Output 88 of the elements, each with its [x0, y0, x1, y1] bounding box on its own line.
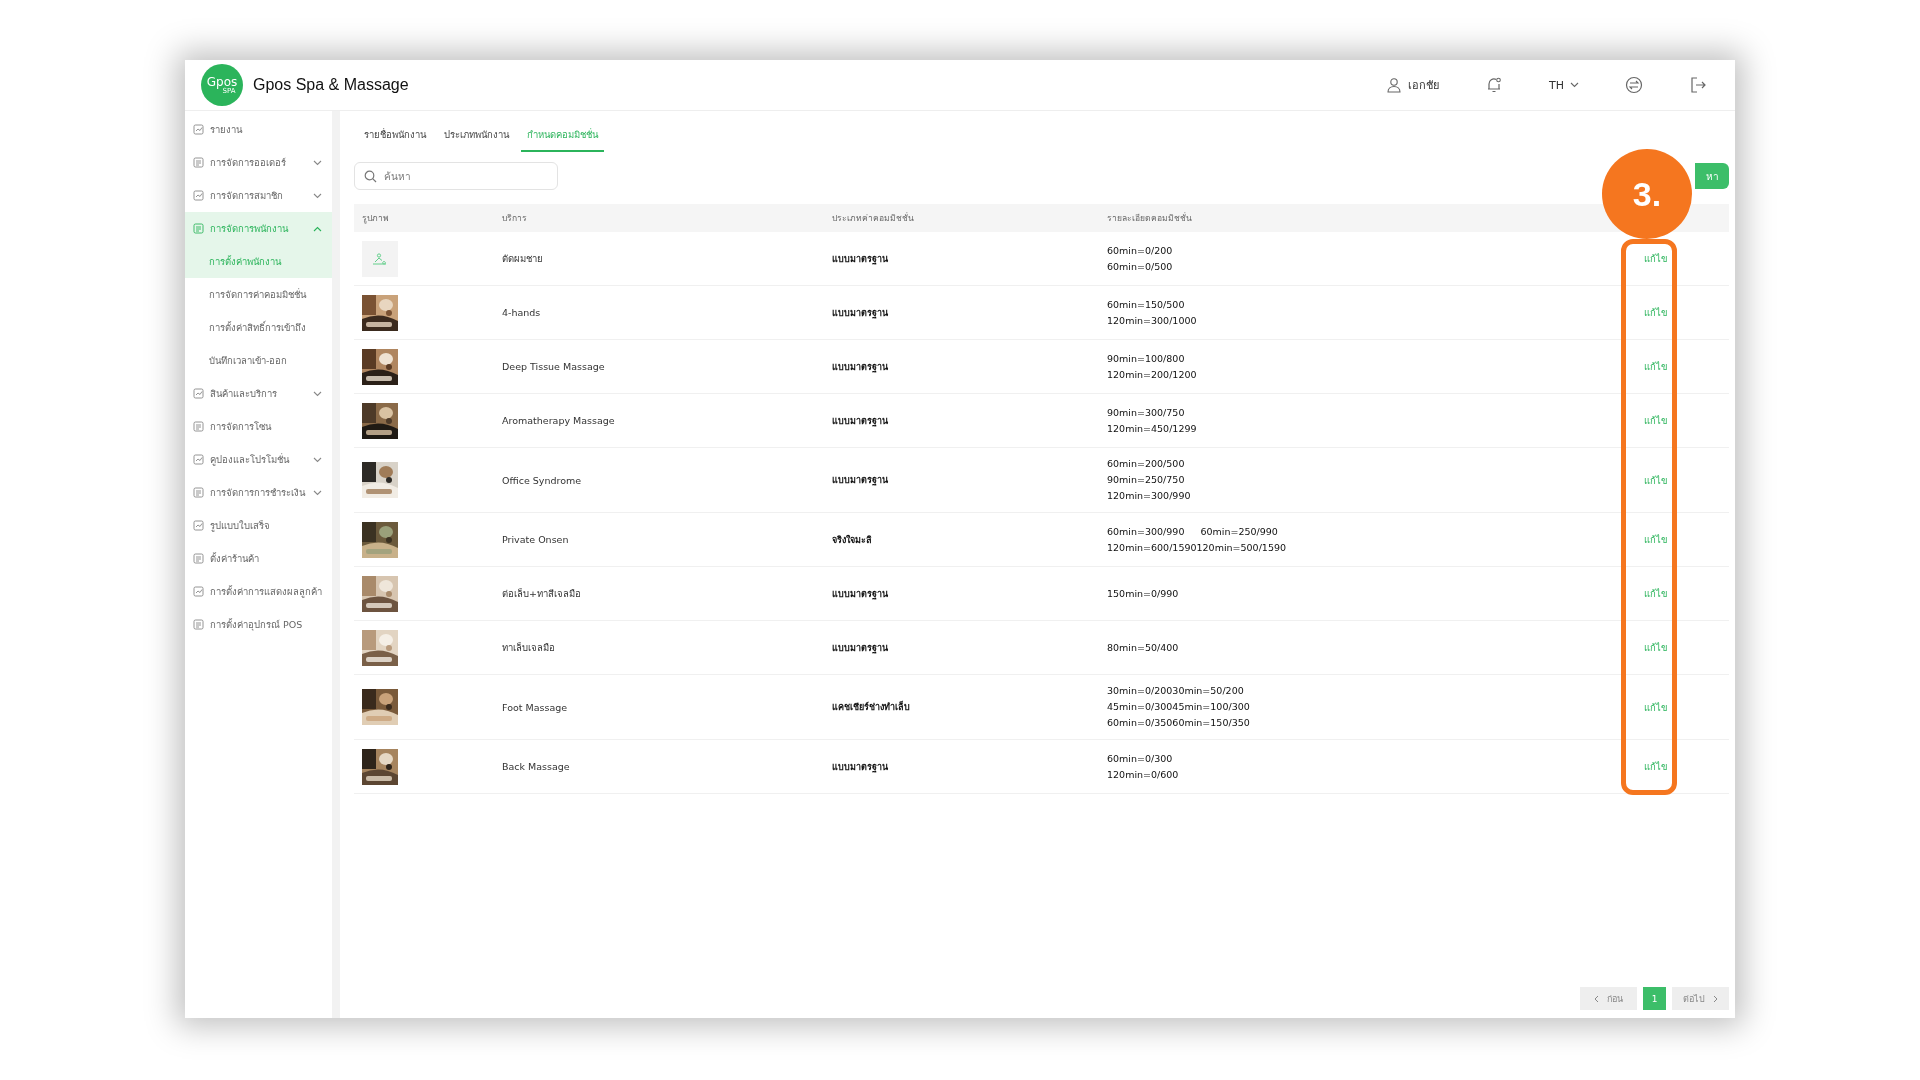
commission-detail: 60min=0/300: [1107, 751, 1173, 766]
menu-item-icon: [193, 388, 204, 399]
user-menu[interactable]: เอกชัย: [1386, 76, 1439, 94]
sidebar-item[interactable]: รายงาน: [185, 113, 332, 146]
commission-detail: 120min=300/1000: [1107, 313, 1197, 328]
service-name: Deep Tissue Massage: [502, 361, 605, 372]
commission-detail: 60min=300/990: [1107, 524, 1185, 539]
chevron-left-icon: [1594, 994, 1599, 1003]
sidebar-item[interactable]: คูปองและโปรโมชั่น: [185, 443, 332, 476]
commission-type: แบบมาตรฐาน: [832, 587, 888, 601]
chevron-right-icon: [1713, 994, 1718, 1003]
service-name: Private Onsen: [502, 534, 569, 545]
sidebar-item[interactable]: การตั้งค่าอุปกรณ์ POS: [185, 608, 332, 641]
commission-type: แบบมาตรฐาน: [832, 306, 888, 320]
menu-item-icon: [193, 190, 204, 201]
menu-item-icon: [193, 586, 204, 597]
commission-type: แบบมาตรฐาน: [832, 474, 888, 487]
service-name: 4-hands: [502, 307, 541, 318]
service-name: Office Syndrome: [502, 474, 582, 486]
commission-detail: 60min=200/500: [1107, 457, 1185, 471]
commission-detail: 60min=0/200: [1107, 243, 1173, 258]
tab[interactable]: รายชื่อพนักงาน: [358, 119, 432, 152]
menu-item-icon: [193, 124, 204, 135]
commission-type: แคชเชียร์ช่างทำเล็บ: [832, 700, 910, 714]
logo-text: Gpos: [206, 75, 238, 88]
commission-type: จริงใจมะลิ: [832, 533, 872, 547]
commission-detail: 120min=450/1299: [1107, 421, 1197, 436]
user-icon: [1386, 77, 1402, 93]
service-name: ต่อเล็บ+ทาสีเจลมือ: [502, 587, 581, 601]
commission-detail: 45min=0/30045min=100/300: [1107, 700, 1250, 714]
column-header: รายละเอียดคอมมิชชั่น: [1106, 211, 1193, 225]
sidebar-item[interactable]: การจัดการการชำระเงิน: [185, 476, 332, 509]
chevron-down-icon: [1570, 82, 1579, 88]
logout-icon[interactable]: [1689, 76, 1707, 94]
commission-type: แบบมาตรฐาน: [832, 252, 888, 266]
sidebar-item[interactable]: การจัดการโซน: [185, 410, 332, 443]
menu-item-icon: [193, 454, 204, 465]
sidebar-item[interactable]: การจัดการออเดอร์: [185, 146, 332, 179]
search-field[interactable]: ค้นหา: [354, 162, 558, 190]
switch-icon[interactable]: [1625, 76, 1643, 94]
tab[interactable]: ประเภทพนักงาน: [438, 119, 515, 152]
commission-detail: 90min=100/800: [1107, 351, 1185, 366]
commission-detail: 90min=250/750: [1107, 473, 1185, 487]
column-header: บริการ: [501, 212, 528, 225]
sidebar-subitem[interactable]: บันทึกเวลาเข้า-ออก: [185, 344, 332, 377]
service-name: Back Massage: [502, 761, 570, 772]
commission-detail: 80min=50/400: [1107, 640, 1179, 655]
search-icon: [364, 170, 377, 183]
language-selector[interactable]: TH: [1549, 78, 1579, 92]
sidebar-item[interactable]: สินค้าและบริการ: [185, 377, 332, 410]
sidebar-item[interactable]: การตั้งค่าการแสดงผลลูกค้า: [185, 575, 332, 608]
service-name: ตัดผมชาย: [502, 252, 543, 266]
commission-type: แบบมาตรฐาน: [832, 414, 888, 428]
commission-detail: 120min=0/600: [1107, 767, 1179, 782]
sidebar-subitem[interactable]: การตั้งค่าสิทธิ์การเข้าถึง: [185, 311, 332, 344]
menu-item-icon: [193, 157, 204, 168]
menu-item-icon: [193, 223, 204, 234]
commission-detail: 60min=0/35060min=150/350: [1107, 716, 1250, 730]
app-title: Gpos Spa & Massage: [253, 76, 409, 94]
service-name: Aromatherapy Massage: [502, 415, 615, 426]
spa-icon: [372, 252, 388, 265]
commission-detail: 30min=0/20030min=50/200: [1107, 684, 1244, 698]
column-header: ประเภทค่าคอมมิชชั่น: [831, 211, 915, 225]
column-header: รูปภาพ: [361, 212, 390, 226]
commission-detail: 150min=0/990: [1107, 586, 1179, 601]
menu-item-icon: [193, 520, 204, 531]
menu-item-icon: [193, 553, 204, 564]
service-name: Foot Massage: [502, 701, 568, 713]
sidebar-item[interactable]: รูปแบบใบเสร็จ: [185, 509, 332, 542]
commission-detail: 90min=300/750: [1107, 405, 1185, 420]
menu-item-icon: [193, 487, 204, 498]
commission-detail: 60min=150/500: [1107, 297, 1185, 312]
commission-detail: 60min=0/500: [1107, 259, 1173, 274]
step-marker: 3.: [1602, 149, 1692, 239]
commission-type: แบบมาตรฐาน: [832, 641, 888, 655]
menu-item-icon: [193, 421, 204, 432]
menu-item-icon: [193, 619, 204, 630]
commission-type: แบบมาตรฐาน: [832, 360, 888, 374]
sidebar-subitem[interactable]: การจัดการค่าคอมมิชชั่น: [185, 278, 332, 311]
service-name: ทาเล็บเจลมือ: [502, 641, 555, 655]
commission-detail: 120min=600/1590120min=500/1590: [1107, 540, 1287, 555]
sidebar-item[interactable]: ตั้งค่าร้านค้า: [185, 542, 332, 575]
commission-type: แบบมาตรฐาน: [832, 760, 888, 774]
notification-bell-icon[interactable]: [1485, 76, 1503, 94]
commission-detail: 120min=300/990: [1107, 489, 1191, 503]
commission-detail: 120min=200/1200: [1107, 367, 1197, 382]
commission-detail: 60min=250/990: [1200, 524, 1278, 539]
sidebar-item[interactable]: การจัดการสมาชิก: [185, 179, 332, 212]
